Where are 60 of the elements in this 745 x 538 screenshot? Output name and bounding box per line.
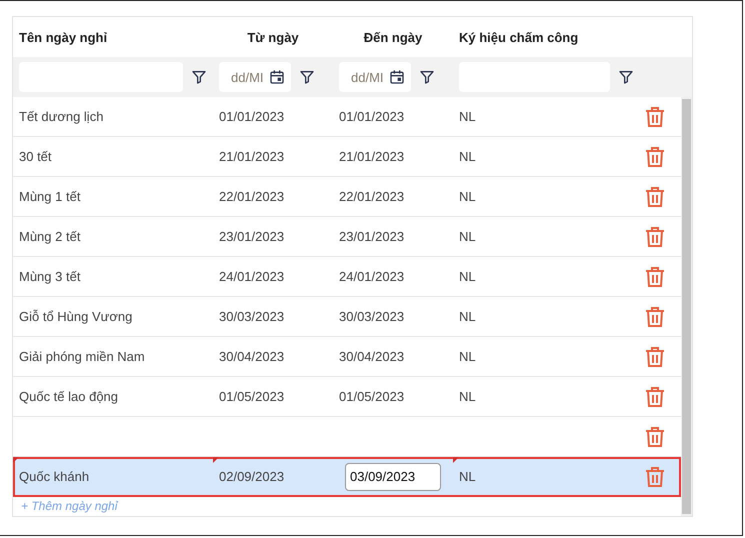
table-cell-text: NL xyxy=(458,108,477,126)
table-cell-text: 23/01/2023 xyxy=(218,228,286,246)
table-cell-text: Tết dương lịch xyxy=(18,108,104,126)
table-cell-text: Giỗ tổ Hùng Vương xyxy=(18,308,134,326)
table-cell-text: NL xyxy=(458,148,477,166)
table-cell-text: 22/01/2023 xyxy=(218,188,286,206)
table-cell-text: NL xyxy=(458,268,477,286)
table-cell-text: Mùng 1 tết xyxy=(18,188,82,206)
delete-icon[interactable] xyxy=(645,386,665,408)
delete-icon[interactable] xyxy=(645,146,665,168)
column-header: Từ ngày xyxy=(246,30,300,44)
delete-icon[interactable] xyxy=(645,226,665,248)
table-cell: Quốc khánh xyxy=(13,457,213,496)
table-cell: 24/01/2023 xyxy=(339,269,404,284)
table-cell-text: NL xyxy=(458,348,477,366)
table-cell: 23/01/2023 xyxy=(339,229,404,244)
table-cell: 02/09/2023 xyxy=(213,457,333,496)
table-row[interactable]: Quốc khánh 02/09/2023 03/09/2023 NL xyxy=(13,457,681,497)
table-cell: 30/03/2023 xyxy=(339,309,404,324)
delete-icon[interactable] xyxy=(645,346,665,368)
table-cell: 21/01/2023 xyxy=(339,149,404,164)
scrollbar[interactable] xyxy=(681,97,692,516)
delete-icon[interactable] xyxy=(645,186,665,208)
table-cell-text: Mùng 3 tết xyxy=(18,268,82,286)
delete-icon[interactable] xyxy=(645,266,665,288)
date-filter-field[interactable]: dd/MI xyxy=(339,62,411,92)
table-cell: 01/01/2023 xyxy=(339,109,404,124)
filter-icon[interactable] xyxy=(618,69,634,85)
table-cell: 01/05/2023 xyxy=(339,389,404,404)
calendar-icon[interactable] xyxy=(269,69,285,85)
calendar-icon[interactable] xyxy=(389,69,405,85)
table-cell: 22/01/2023 xyxy=(339,189,404,204)
table-cell-text: 01/05/2023 xyxy=(218,388,286,406)
table-cell-text: 24/01/2023 xyxy=(218,268,286,286)
table-cell-text: NL xyxy=(458,228,477,246)
delete-icon[interactable] xyxy=(645,106,665,128)
filter-icon[interactable] xyxy=(419,69,435,85)
column-header: Đến ngày xyxy=(362,30,424,44)
table-cell-text: Giải phóng miền Nam xyxy=(18,348,146,366)
filter-icon[interactable] xyxy=(299,69,315,85)
filter-icon[interactable] xyxy=(191,69,207,85)
table-cell-text: 30 tết xyxy=(18,148,53,166)
delete-icon[interactable] xyxy=(645,306,665,328)
date-input-field[interactable]: 03/09/2023 xyxy=(345,462,441,490)
table-cell-text: NL xyxy=(458,388,477,406)
delete-icon[interactable] xyxy=(645,466,665,488)
table-cell-text: 21/01/2023 xyxy=(218,148,286,166)
table-cell: 30/04/2023 xyxy=(339,349,404,364)
table-cell-text: 30/03/2023 xyxy=(218,308,286,326)
delete-icon[interactable] xyxy=(645,426,665,448)
table-cell-text: NL xyxy=(458,308,477,326)
table-cell-text: 01/01/2023 xyxy=(218,108,286,126)
column-header: Ký hiệu chấm công xyxy=(458,30,580,44)
table-cell-text: 30/04/2023 xyxy=(218,348,286,366)
column-header: Tên ngày nghỉ xyxy=(18,30,108,44)
table-cell-text: NL xyxy=(458,188,477,206)
date-filter-field[interactable]: dd/MI xyxy=(219,62,291,92)
table-cell-text: Quốc tế lao động xyxy=(18,388,120,406)
table-cell-text: Mùng 2 tết xyxy=(18,228,82,246)
table-cell: NL xyxy=(453,457,639,496)
